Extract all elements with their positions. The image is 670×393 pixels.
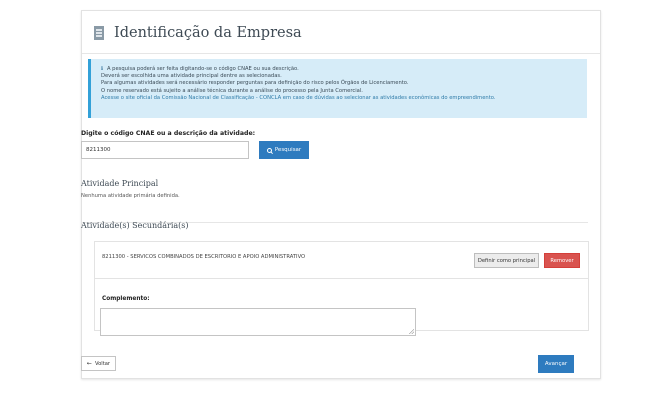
list-item: 8211300 - SERVICOS COMBINADOS DE ESCRITO… <box>95 242 588 279</box>
principal-activity-heading: Atividade Principal <box>81 179 159 188</box>
activity-description: 8211300 - SERVICOS COMBINADOS DE ESCRITO… <box>102 254 306 260</box>
complement-label: Complemento: <box>102 296 150 302</box>
company-identification-card: Identificação da Empresa ℹA pesquisa pod… <box>81 10 601 379</box>
page-title: Identificação da Empresa <box>114 25 302 41</box>
info-icon: ℹ <box>101 66 103 72</box>
resize-grip-icon[interactable] <box>409 329 414 334</box>
info-line: O nome reservado está sujeito a análise … <box>101 87 363 94</box>
set-principal-button[interactable]: Definir como principal <box>474 253 539 268</box>
search-button[interactable]: Pesquisar <box>259 141 309 159</box>
search-icon <box>266 147 272 153</box>
search-button-label: Pesquisar <box>274 147 302 153</box>
next-button[interactable]: Avançar <box>538 355 574 373</box>
back-button-label: Voltar <box>94 360 111 367</box>
arrow-left-icon: ← <box>86 360 92 367</box>
secondary-activity-heading: Atividade(s) Secundária(s) <box>81 221 189 230</box>
back-button[interactable]: ← Voltar <box>81 356 116 371</box>
cnae-search-value: 8211300 <box>86 147 111 153</box>
title-row: Identificação da Empresa <box>94 22 302 44</box>
remove-activity-button[interactable]: Remover <box>544 253 580 268</box>
cnae-search-label: Digite o código CNAE ou a descrição da a… <box>81 130 256 137</box>
building-icon <box>94 26 104 40</box>
info-line: Para algumas atividades será necessário … <box>101 80 409 87</box>
concla-link[interactable]: Acesse o site oficial da Comissão Nacion… <box>101 95 577 102</box>
info-alert: ℹA pesquisa poderá ser feita digitando-s… <box>88 59 587 118</box>
divider <box>82 53 600 54</box>
complement-textarea[interactable] <box>100 308 416 336</box>
principal-activity-empty: Nenhuma atividade primária definida. <box>81 193 180 199</box>
cnae-search-input[interactable]: 8211300 <box>81 141 249 159</box>
